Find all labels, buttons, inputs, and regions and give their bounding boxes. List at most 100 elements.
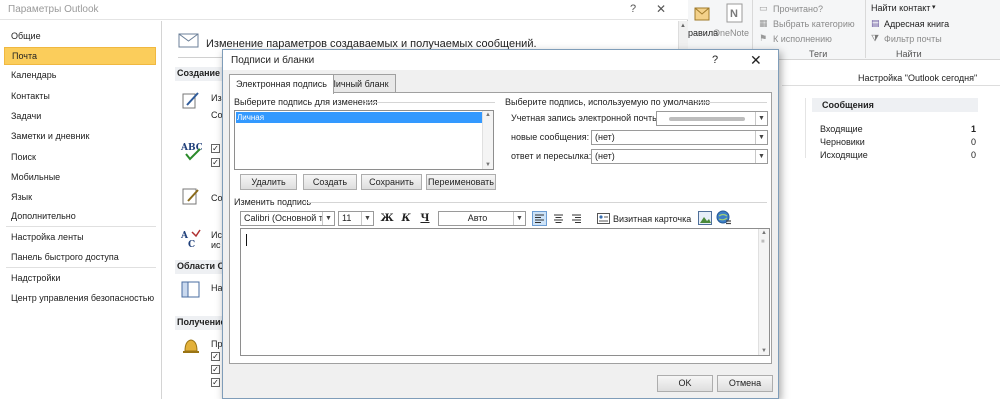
- font-size-select[interactable]: 11 ▼: [338, 211, 374, 226]
- signature-list-scrollbar[interactable]: ▲ ▼: [482, 111, 493, 169]
- receive-checkbox-3[interactable]: ✓: [211, 378, 220, 387]
- editor-scrollbar[interactable]: ▲ ■ ▼: [758, 229, 769, 355]
- rules-icon[interactable]: [692, 2, 714, 24]
- insert-picture-icon[interactable]: [698, 211, 712, 225]
- signature-list[interactable]: Личная ▲ ▼: [234, 110, 494, 170]
- drafts-link[interactable]: Черновики: [820, 137, 865, 147]
- svg-text:C: C: [188, 240, 195, 250]
- filter-mail-button[interactable]: Фильтр почты: [884, 34, 942, 44]
- compose-editor-fragment: Из: [211, 93, 222, 103]
- compose-save-fragment: Со: [211, 110, 223, 120]
- nav-item-trust-center[interactable]: Центр управления безопасностью: [4, 290, 156, 308]
- spelling-checkbox-2[interactable]: ✓: [211, 158, 220, 167]
- scroll-up-icon[interactable]: ▲: [680, 23, 686, 29]
- nav-item-addins[interactable]: Надстройки: [4, 270, 156, 288]
- section-compose: Создание с: [175, 67, 228, 81]
- chevron-down-icon[interactable]: ▼: [513, 212, 525, 225]
- section-outlook-panes: Области Outl: [175, 260, 236, 274]
- options-title: Параметры Outlook: [8, 4, 99, 15]
- insert-hyperlink-icon[interactable]: [716, 210, 732, 226]
- outbox-link[interactable]: Исходящие: [820, 150, 868, 160]
- dialog-help-button[interactable]: ?: [712, 54, 718, 66]
- nav-item-general[interactable]: Общие: [4, 28, 156, 46]
- chevron-down-icon[interactable]: ▼: [322, 212, 334, 225]
- choose-category-button[interactable]: Выбрать категорию: [773, 19, 855, 29]
- nav-item-language[interactable]: Язык: [4, 189, 156, 207]
- nav-item-tasks[interactable]: Задачи: [4, 108, 156, 126]
- outlook-today-link[interactable]: Настройка "Outlook сегодня": [858, 73, 977, 83]
- chevron-down-icon[interactable]: ▾: [932, 3, 936, 11]
- nav-divider: [6, 267, 156, 268]
- tags-group-label: Теги: [809, 49, 828, 59]
- chevron-down-icon[interactable]: ▼: [755, 150, 767, 163]
- find-contact-button[interactable]: Найти контакт: [871, 3, 930, 13]
- scroll-up-icon[interactable]: ▲: [761, 230, 767, 236]
- messages-title: Сообщения: [822, 100, 874, 110]
- read-status-button[interactable]: Прочитано?: [773, 4, 823, 14]
- nav-divider: [6, 226, 156, 227]
- nav-item-advanced[interactable]: Дополнительно: [4, 208, 156, 226]
- address-book-button[interactable]: Адресная книга: [884, 19, 949, 29]
- nav-item-contacts[interactable]: Контакты: [4, 88, 156, 106]
- section-receive: Получение: [175, 316, 226, 330]
- font-family-select[interactable]: Calibri (Основной тек ▼: [240, 211, 335, 226]
- address-book-icon: ▤: [871, 18, 880, 28]
- email-account-select[interactable]: ▼: [656, 111, 768, 126]
- receive-checkbox-1[interactable]: ✓: [211, 352, 220, 361]
- nav-item-mail[interactable]: Почта: [4, 47, 156, 65]
- nav-item-ribbon[interactable]: Настройка ленты: [4, 229, 156, 247]
- ok-button[interactable]: OK: [657, 375, 713, 392]
- nav-item-notes[interactable]: Заметки и дневник: [4, 128, 156, 146]
- options-help-button[interactable]: ?: [630, 3, 636, 15]
- inbox-link[interactable]: Входящие: [820, 124, 863, 134]
- tab-email-signature[interactable]: Электронная подпись: [229, 74, 334, 94]
- messages-panel: Сообщения Входящие 1 Черновики 0 Исходящ…: [812, 98, 1000, 188]
- dialog-close-button[interactable]: ✕: [750, 52, 762, 69]
- underline-button[interactable]: Ч: [419, 211, 431, 226]
- nav-item-calendar[interactable]: Календарь: [4, 67, 156, 85]
- receive-checkbox-2[interactable]: ✓: [211, 365, 220, 374]
- spelling-abc-icon: ABC: [180, 143, 202, 161]
- reading-pane-fragment: На: [211, 283, 223, 293]
- new-signature-button[interactable]: Создать: [303, 174, 357, 190]
- delete-signature-button[interactable]: Удалить: [240, 174, 297, 190]
- nav-item-quick-access[interactable]: Панель быстрого доступа: [4, 249, 156, 267]
- scroll-up-icon[interactable]: ▲: [485, 112, 491, 118]
- onenote-label[interactable]: OneNote: [713, 28, 749, 38]
- autocorrect-fragment-1: Ис: [211, 230, 222, 240]
- chevron-down-icon[interactable]: ▼: [755, 131, 767, 144]
- chevron-down-icon[interactable]: ▼: [755, 112, 767, 125]
- italic-button[interactable]: К: [399, 211, 413, 226]
- select-signature-label: Выберите подпись для изменения: [234, 97, 378, 107]
- onenote-icon[interactable]: N: [725, 2, 745, 24]
- scroll-down-icon[interactable]: ▼: [761, 348, 767, 354]
- align-right-icon[interactable]: [569, 211, 584, 226]
- rename-signature-button[interactable]: Переименовать: [426, 174, 496, 190]
- options-close-button[interactable]: ✕: [656, 2, 666, 16]
- align-left-icon[interactable]: [532, 211, 547, 226]
- save-signature-button[interactable]: Сохранить: [361, 174, 422, 190]
- outlook-today-strip: Настройка "Outlook сегодня": [782, 70, 1000, 86]
- signature-icon: [182, 188, 199, 205]
- chevron-down-icon[interactable]: ▼: [361, 212, 373, 225]
- signature-editor[interactable]: ▲ ■ ▼: [240, 228, 770, 356]
- nav-item-mobile[interactable]: Мобильные: [4, 169, 156, 187]
- scroll-down-icon[interactable]: ▼: [485, 162, 491, 168]
- font-color-select[interactable]: Авто ▼: [438, 211, 526, 226]
- replies-select[interactable]: (нет) ▼: [591, 149, 768, 164]
- redacted-account: [669, 117, 745, 121]
- edit-signature-label: Изменить подпись: [234, 197, 312, 207]
- followup-button[interactable]: К исполнению: [773, 34, 832, 44]
- bold-button[interactable]: Ж: [380, 211, 394, 226]
- cancel-button[interactable]: Отмена: [717, 375, 773, 392]
- align-center-icon[interactable]: [551, 211, 566, 226]
- nav-item-search[interactable]: Поиск: [4, 149, 156, 167]
- business-card-button[interactable]: Визитная карточка: [613, 214, 691, 224]
- signature-list-item[interactable]: Личная: [236, 112, 483, 123]
- spelling-checkbox-1[interactable]: ✓: [211, 144, 220, 153]
- scroll-thumb[interactable]: ■: [761, 239, 765, 245]
- font-size-value: 11: [342, 213, 352, 223]
- new-messages-select[interactable]: (нет) ▼: [591, 130, 768, 145]
- header-divider: [178, 57, 222, 58]
- dialog-title: Подписи и бланки: [231, 55, 315, 66]
